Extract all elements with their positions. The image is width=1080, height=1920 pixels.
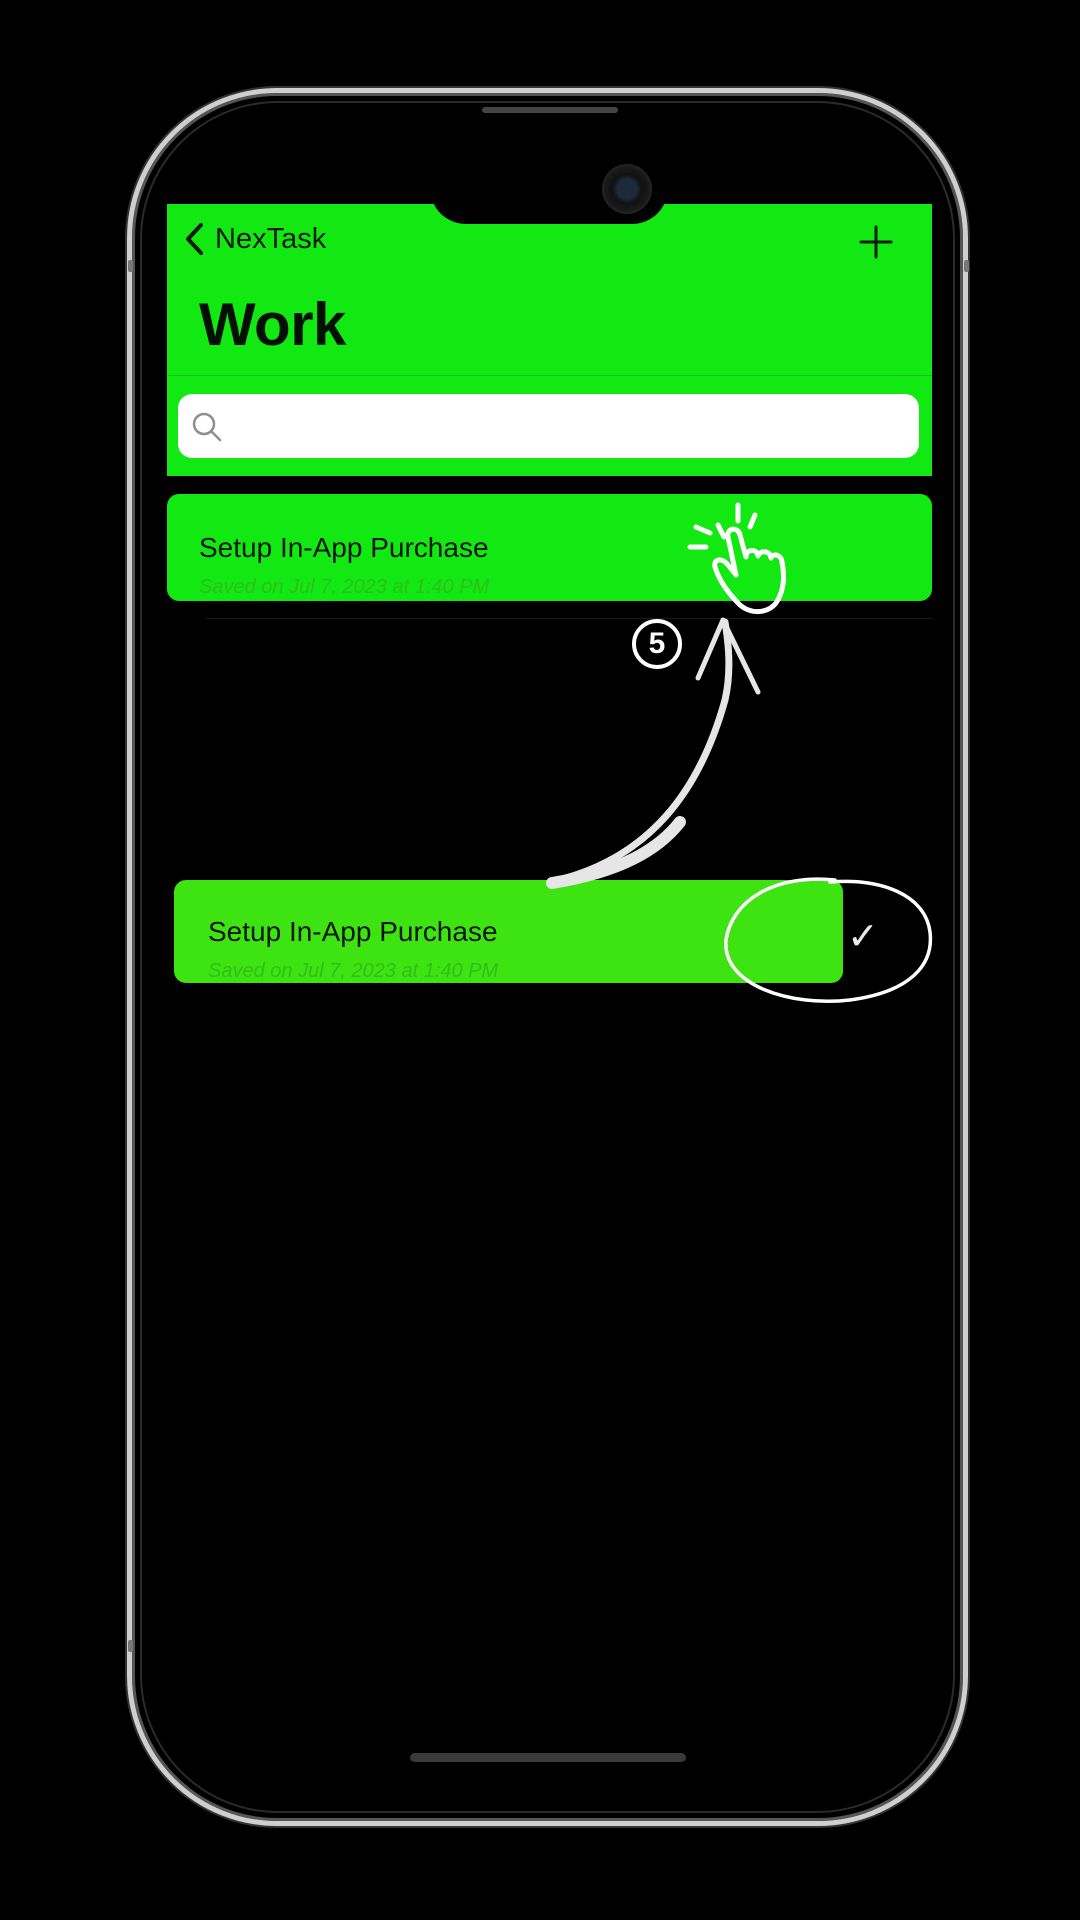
add-task-button[interactable] bbox=[858, 224, 894, 260]
tap-hand-icon bbox=[687, 502, 787, 614]
home-indicator[interactable] bbox=[410, 1753, 686, 1762]
divider bbox=[167, 375, 932, 376]
side-button bbox=[964, 260, 969, 272]
task-title: Setup In-App Purchase bbox=[199, 532, 489, 563]
screen: NexTask Work Setup In-App Purchase Saved… bbox=[0, 0, 1080, 1920]
highlight-circle-annotation bbox=[724, 877, 933, 1003]
side-button bbox=[128, 1640, 133, 1652]
speaker-grille bbox=[482, 107, 618, 113]
side-button bbox=[128, 260, 133, 272]
task-title: Setup In-App Purchase bbox=[208, 916, 498, 947]
task-saved-date: Saved on Jul 7, 2023 at 1:40 PM bbox=[199, 576, 490, 598]
chevron-left-icon bbox=[186, 223, 203, 255]
plus-icon bbox=[859, 225, 893, 259]
search-input[interactable] bbox=[178, 394, 919, 458]
camera bbox=[602, 164, 652, 214]
back-button[interactable]: NexTask bbox=[183, 222, 326, 256]
back-button-label: NexTask bbox=[215, 222, 327, 255]
step-number-badge: 5 bbox=[632, 619, 682, 669]
task-saved-date: Saved on Jul 7, 2023 at 1:40 PM bbox=[208, 960, 499, 982]
search-icon bbox=[192, 412, 222, 442]
page-title: Work bbox=[199, 291, 346, 358]
